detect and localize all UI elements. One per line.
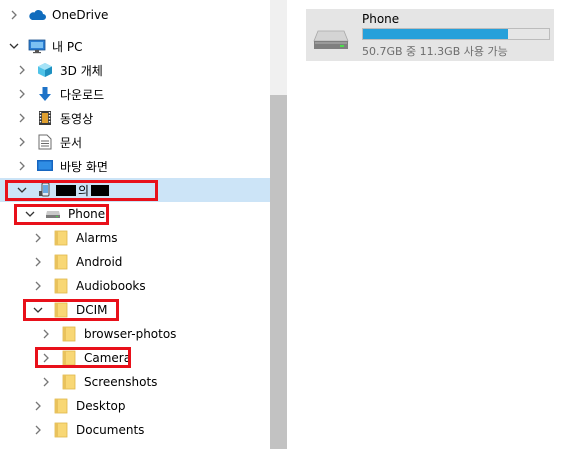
3d-objects-icon [36,62,54,78]
nav-item-onedrive[interactable]: OneDrive [0,3,270,27]
chevron-right-icon[interactable] [16,64,28,76]
chevron-right-icon[interactable] [32,400,44,412]
nav-item-label: Audiobooks [76,279,146,293]
nav-item-folder-desktop[interactable]: Desktop [0,394,270,418]
drive-usage-bar-fill [363,29,508,39]
nav-item-desktop[interactable]: 바탕 화면 [0,154,270,178]
chevron-right-icon[interactable] [8,9,20,21]
nav-item-label: Documents [76,423,145,437]
nav-item-3d-objects[interactable]: 3D 개체 [0,58,270,82]
nav-item-label: OneDrive [52,8,109,22]
chevron-right-icon[interactable] [16,160,28,172]
highlight-box-device [5,180,158,201]
nav-item-videos[interactable]: 동영상 [0,106,270,130]
drive-tile-phone[interactable]: Phone 50.7GB 중 11.3GB 사용 가능 [306,9,554,61]
highlight-box-phone [14,204,109,225]
nav-item-downloads[interactable]: 다운로드 [0,82,270,106]
nav-item-label: browser-photos [84,327,177,341]
drive-name: Phone [362,12,400,26]
chevron-right-icon[interactable] [32,424,44,436]
chevron-right-icon[interactable] [16,136,28,148]
highlight-box-dcim [23,299,119,321]
nav-item-folder-audiobooks[interactable]: Audiobooks [0,274,270,298]
nav-item-label: 다운로드 [60,87,105,102]
nav-item-label: 문서 [60,135,83,150]
scrollbar-thumb[interactable] [270,95,287,449]
desktop-icon [36,158,54,174]
drive-space-text: 50.7GB 중 11.3GB 사용 가능 [362,45,508,58]
nav-item-documents[interactable]: 문서 [0,130,270,154]
videos-icon [36,110,54,126]
folder-icon [60,374,78,390]
folder-icon [60,326,78,342]
onedrive-cloud-icon [28,7,46,23]
nav-item-label: 내 PC [52,39,83,54]
highlight-box-camera [35,347,131,368]
folder-icon [52,254,70,270]
this-pc-icon [28,38,46,54]
content-pane: Phone 50.7GB 중 11.3GB 사용 가능 [287,0,585,449]
nav-item-folder-browser-photos[interactable]: browser-photos [0,322,270,346]
drive-usage-bar [362,28,550,40]
nav-item-label: Screenshots [84,375,158,389]
nav-item-label: 바탕 화면 [60,159,108,174]
chevron-right-icon[interactable] [16,112,28,124]
nav-item-label: 동영상 [60,111,94,126]
nav-item-label: Android [76,255,123,269]
folder-icon [52,230,70,246]
chevron-right-icon[interactable] [40,328,52,340]
nav-item-folder-android[interactable]: Android [0,250,270,274]
nav-item-folder-alarms[interactable]: Alarms [0,226,270,250]
chevron-down-icon[interactable] [8,40,20,52]
documents-icon [36,134,54,150]
nav-item-folder-documents[interactable]: Documents [0,418,270,442]
nav-item-this-pc[interactable]: 내 PC [0,34,270,58]
nav-scrollbar[interactable] [270,0,287,449]
chevron-right-icon[interactable] [32,280,44,292]
nav-item-folder-screenshots[interactable]: Screenshots [0,370,270,394]
nav-item-label: Desktop [76,399,126,413]
chevron-right-icon[interactable] [32,256,44,268]
folder-icon [52,422,70,438]
chevron-right-icon[interactable] [40,376,52,388]
nav-item-label: 3D 개체 [60,63,103,78]
chevron-right-icon[interactable] [32,232,44,244]
downloads-icon [36,86,54,102]
chevron-right-icon[interactable] [16,88,28,100]
drive-icon [313,29,349,51]
navigation-pane: OneDrive 내 PC 3D 개체 다운로드 동영상 문서 바탕 화면 의 … [0,0,270,449]
folder-icon [52,278,70,294]
folder-icon [52,398,70,414]
nav-item-label: Alarms [76,231,118,245]
